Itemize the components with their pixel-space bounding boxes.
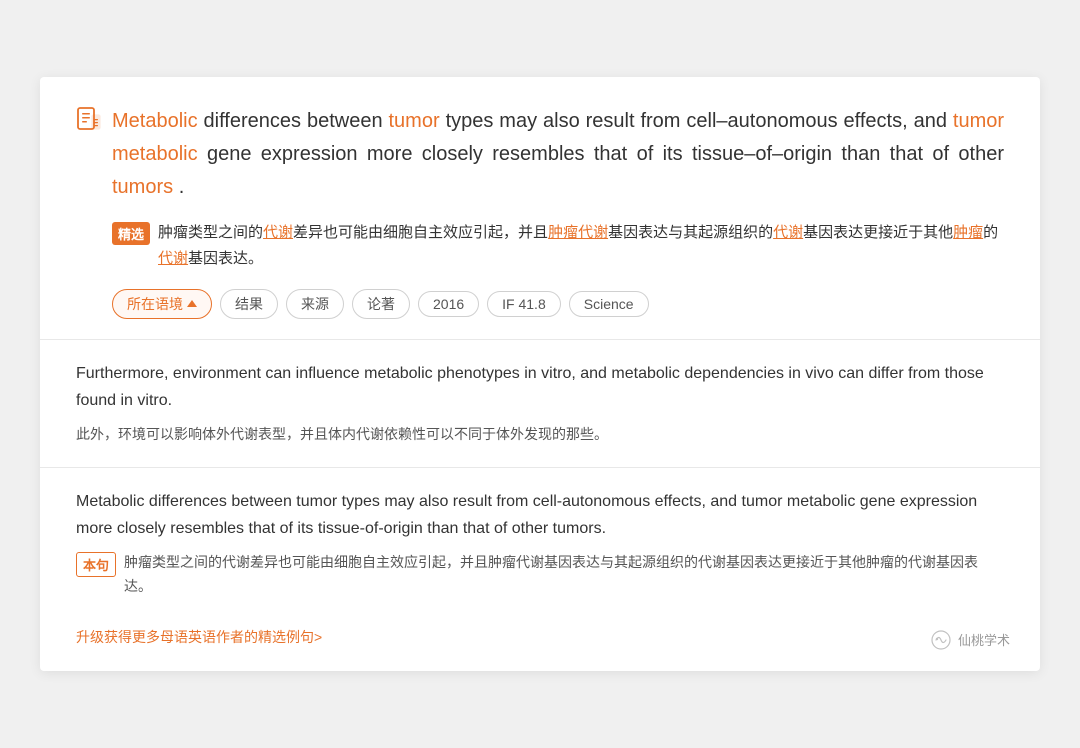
passage1-metabolic: Metabolic bbox=[112, 110, 198, 132]
watermark-text: 仙桃学术 bbox=[958, 630, 1010, 649]
document-icon bbox=[76, 107, 102, 133]
top-passage-block: Metabolic differences between tumor type… bbox=[76, 105, 1004, 204]
tag-year-label: 2016 bbox=[433, 296, 464, 312]
zh-text-6: 基因表达。 bbox=[188, 250, 263, 267]
tag-source[interactable]: 来源 bbox=[286, 289, 344, 319]
watermark-logo-icon bbox=[930, 629, 952, 651]
zh-zhongliu-daoxie: 肿瘤代谢 bbox=[548, 224, 608, 241]
section-divider bbox=[40, 339, 1040, 340]
tag-arrow-icon bbox=[187, 300, 197, 307]
zh-text-5: 的 bbox=[983, 224, 998, 241]
upgrade-link[interactable]: 升级获得更多母语英语作者的精选例句> bbox=[76, 627, 322, 647]
passage3-en: Metabolic differences between tumor type… bbox=[76, 488, 1004, 542]
zh-text-3: 基因表达与其起源组织的 bbox=[608, 224, 773, 241]
passage2-en: Furthermore, environment can influence m… bbox=[76, 360, 1004, 414]
tag-result[interactable]: 结果 bbox=[220, 289, 278, 319]
main-card: Metabolic differences between tumor type… bbox=[40, 77, 1040, 671]
tag-if[interactable]: IF 41.8 bbox=[487, 291, 561, 317]
section-divider-2 bbox=[40, 467, 1040, 468]
passage1-tumors: tumors bbox=[112, 176, 173, 198]
tag-paper-label: 论著 bbox=[367, 294, 395, 314]
passage1-tumor1: tumor bbox=[389, 110, 440, 132]
zh-text-2: 差异也可能由细胞自主效应引起，并且 bbox=[293, 224, 548, 241]
zh-daoxie-1: 代谢 bbox=[263, 224, 293, 241]
tag-year[interactable]: 2016 bbox=[418, 291, 479, 317]
passage1-text-2: types may also result from cell–autonomo… bbox=[446, 110, 953, 132]
tag-journal-label: Science bbox=[584, 296, 634, 312]
passage1-zh-text: 肿瘤类型之间的代谢差异也可能由细胞自主效应引起，并且肿瘤代谢基因表达与其起源组织… bbox=[158, 220, 1004, 273]
tag-journal[interactable]: Science bbox=[569, 291, 649, 317]
watermark: 仙桃学术 bbox=[930, 629, 1010, 651]
jingxuan-badge: 精选 bbox=[112, 222, 150, 245]
passage2-block: Furthermore, environment can influence m… bbox=[76, 360, 1004, 447]
passage1-text-1: differences between bbox=[204, 110, 389, 132]
zh-text-1: 肿瘤类型之间的 bbox=[158, 224, 263, 241]
zh-text-4: 基因表达更接近于其他 bbox=[803, 224, 953, 241]
jingxuan-block: 精选 肿瘤类型之间的代谢差异也可能由细胞自主效应引起，并且肿瘤代谢基因表达与其起… bbox=[76, 220, 1004, 273]
tag-context-label: 所在语境 bbox=[127, 294, 183, 314]
tag-source-label: 来源 bbox=[301, 294, 329, 314]
tag-paper[interactable]: 论著 bbox=[352, 289, 410, 319]
zh-daoxie-3: 代谢 bbox=[158, 250, 188, 267]
tag-if-label: IF 41.8 bbox=[502, 296, 546, 312]
passage1-text-3: gene expression more closely resembles t… bbox=[207, 143, 1004, 165]
tag-context[interactable]: 所在语境 bbox=[112, 289, 212, 319]
passage3-zh: 肿瘤类型之间的代谢差异也可能由细胞自主效应引起，并且肿瘤代谢基因表达与其起源组织… bbox=[124, 550, 1004, 599]
passage3-block: Metabolic differences between tumor type… bbox=[76, 488, 1004, 599]
passage1-text: Metabolic differences between tumor type… bbox=[112, 105, 1004, 204]
benju-row: 本句 肿瘤类型之间的代谢差异也可能由细胞自主效应引起，并且肿瘤代谢基因表达与其起… bbox=[76, 550, 1004, 599]
tags-row: 所在语境 结果 来源 论著 2016 IF 41.8 Science bbox=[76, 289, 1004, 319]
tag-result-label: 结果 bbox=[235, 294, 263, 314]
zh-daoxie-2: 代谢 bbox=[773, 224, 803, 241]
upgrade-section: 升级获得更多母语英语作者的精选例句> bbox=[76, 619, 1004, 647]
zh-zhongliu-2: 肿瘤 bbox=[953, 224, 983, 241]
benju-badge: 本句 bbox=[76, 552, 116, 577]
passage1-period: . bbox=[179, 176, 185, 198]
passage2-zh: 此外，环境可以影响体外代谢表型，并且体内代谢依赖性可以不同于体外发现的那些。 bbox=[76, 422, 1004, 447]
